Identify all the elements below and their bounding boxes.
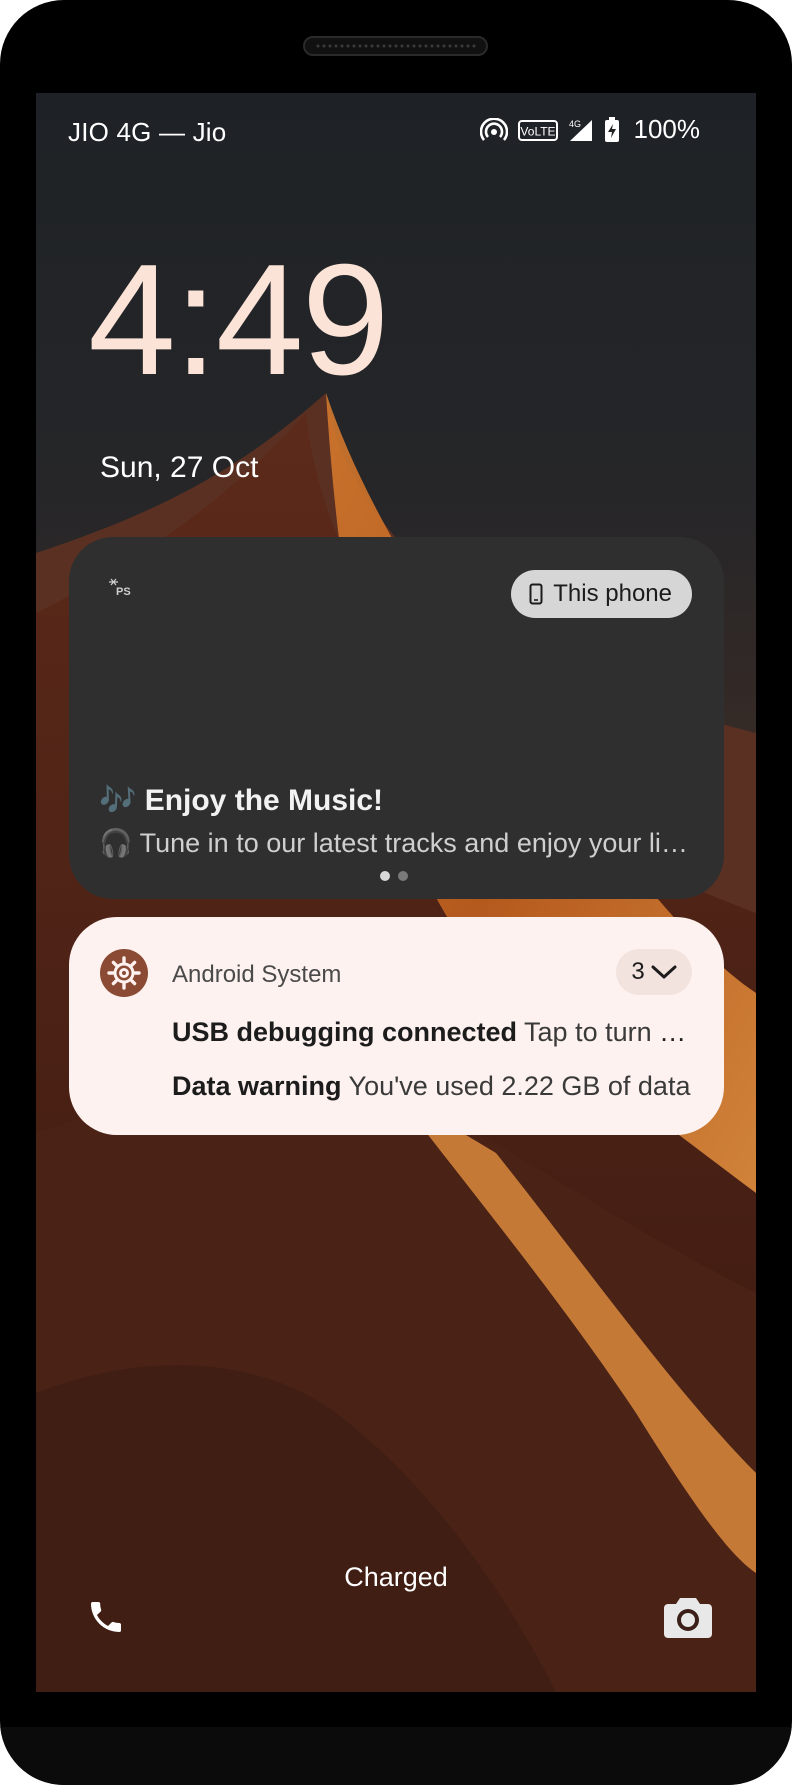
lock-screen: JIO 4G — Jio VoLTE 4G 100% 4:49 Sun, 27 … [36,93,756,1692]
media-player-card[interactable]: PS This phone 🎶 Enjoy the Music! 🎧 Tune … [69,537,724,899]
notification-item-body: You've used 2.22 GB of data [348,1071,691,1101]
page-dot-active [380,871,390,881]
notification-item-data-warning[interactable]: Data warning You've used 2.22 GB of data [172,1071,697,1102]
charging-status: Charged [344,1562,448,1592]
chevron-down-icon [651,965,677,979]
battery-charging-icon [604,116,619,142]
media-title: 🎶 Enjoy the Music! [99,784,384,817]
lock-clock: 4:49 [88,232,390,408]
page-dot [398,871,408,881]
notification-card[interactable]: Android System 3 USB debugging connected… [69,917,724,1135]
smartphone-icon [529,583,543,605]
notification-item-body: Tap to turn off USB debugging [524,1017,697,1047]
lock-date[interactable]: Sun, 27 Oct [100,451,258,485]
output-device-chip[interactable]: This phone [511,570,692,618]
battery-percent: 100% [633,114,701,144]
volte-label: VoLTE [520,124,555,138]
output-device-label: This phone [553,580,672,607]
settings-gear-icon [107,956,141,990]
phone-icon [91,1602,121,1632]
hotspot-icon [479,117,508,141]
camera-shortcut-button[interactable] [660,1591,716,1643]
notification-item-usb-debugging[interactable]: USB debugging connected Tap to turn off … [172,1017,697,1048]
media-subtitle: 🎧 Tune in to our latest tracks and enjoy… [99,828,694,858]
android-system-app-icon [100,949,148,997]
device-bottom-bezel [0,1727,792,1785]
media-app-logo-icon: PS [109,578,131,598]
media-app-logo: PS [107,577,135,602]
network-type-label: 4G [569,119,581,129]
status-bar: JIO 4G — Jio VoLTE 4G 100% [36,93,756,153]
earpiece-speaker [303,36,488,56]
notification-expand-button[interactable]: 3 [616,949,692,995]
volte-icon: VoLTE [517,119,558,141]
media-page-indicator [380,871,408,881]
phone-device-frame: JIO 4G — Jio VoLTE 4G 100% 4:49 Sun, 27 … [0,0,792,1785]
carrier-label: JIO 4G — Jio [68,117,227,147]
camera-icon [664,1598,712,1638]
notification-item-title: Data warning [172,1071,342,1101]
signal-icon: 4G [569,119,592,141]
notification-app-name: Android System [172,961,342,988]
phone-shortcut-button[interactable] [82,1593,130,1641]
status-icons: VoLTE 4G 100% [479,114,701,145]
notification-item-title: USB debugging connected [172,1017,518,1047]
notification-count: 3 [631,958,645,985]
media-app-logo-text: PS [116,586,131,598]
